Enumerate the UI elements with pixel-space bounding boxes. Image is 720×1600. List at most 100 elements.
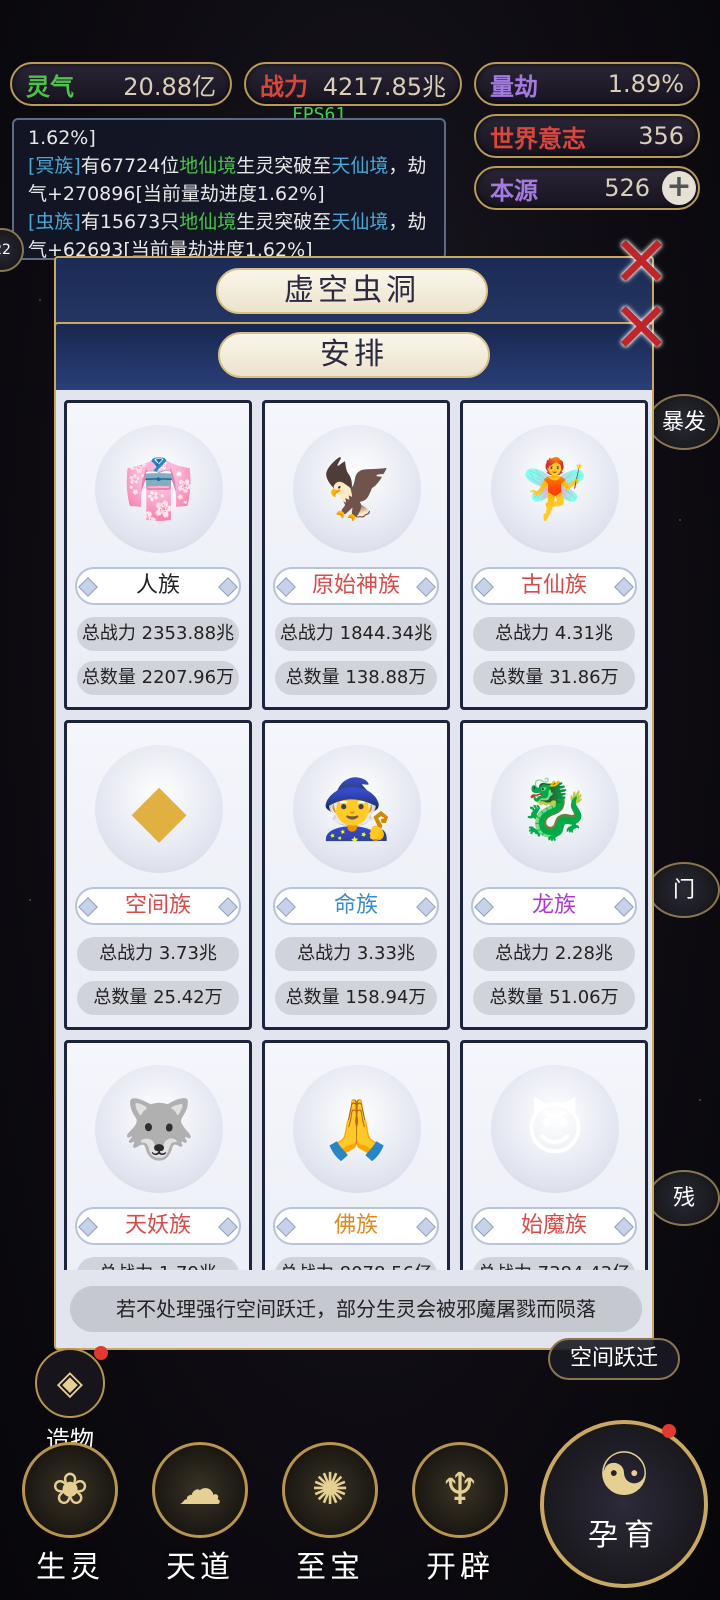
right-side-button-burst[interactable]: 暴发 xyxy=(648,394,720,450)
log-text: 生灵突破至 xyxy=(236,155,332,177)
race-name: 古仙族 xyxy=(471,567,637,605)
trident-icon: ♆ xyxy=(412,1442,508,1538)
arrange-panel: 安排 👘 人族 总战力 2353.88兆 总数量 2207.96万 🦅 原始神族… xyxy=(54,322,654,1350)
space-jump-button[interactable]: 空间跃迁 xyxy=(548,1338,680,1380)
lingqi-value: 20.88亿 xyxy=(123,72,216,101)
log-text: 生灵突破至 xyxy=(236,211,332,233)
zhanli-stat[interactable]: 战力 4217.85兆 xyxy=(244,62,462,106)
right-side-button-low[interactable]: 残 xyxy=(648,1170,720,1226)
race-grid[interactable]: 👘 人族 总战力 2353.88兆 总数量 2207.96万 🦅 原始神族 总战… xyxy=(56,398,652,1270)
nav-label: 生灵 xyxy=(36,1550,104,1585)
race-name: 佛族 xyxy=(273,1207,439,1245)
dragon-icon: 🐉 xyxy=(491,745,619,873)
race-name: 始魔族 xyxy=(471,1207,637,1245)
race-card-dragon[interactable]: 🐉 龙族 总战力 2.28兆 总数量 51.06万 xyxy=(460,720,648,1030)
zhanli-label: 战力 xyxy=(260,72,308,101)
race-count: 总数量 51.06万 xyxy=(473,981,635,1015)
close-arrange-icon[interactable]: ✕ xyxy=(612,293,671,363)
race-power: 总战力 3.33兆 xyxy=(275,937,437,971)
race-card-buddha[interactable]: 🙏 佛族 总战力 8078.56亿 xyxy=(262,1040,450,1270)
nav-label: 天道 xyxy=(166,1550,234,1585)
liangjie-label: 量劫 xyxy=(490,72,538,101)
jump-warning-text: 若不处理强行空间跃迁，部分生灵会被邪魔屠戮而陨落 xyxy=(70,1286,642,1332)
race-card-heavenly-demon[interactable]: 🐺 天妖族 总战力 1.79兆 xyxy=(64,1040,252,1270)
origin-value: 526 xyxy=(604,174,650,202)
race-power: 总战力 7384.43亿 xyxy=(473,1257,635,1270)
buddhist-monk-icon: 🙏 xyxy=(293,1065,421,1193)
event-log[interactable]: 1.62%] [冥族]有67724位地仙境生灵突破至天仙境，劫气+270896[… xyxy=(12,118,446,260)
lingqi-stat[interactable]: 灵气 20.88亿 xyxy=(10,62,232,106)
race-name: 空间族 xyxy=(75,887,241,925)
create-icon: ◈ xyxy=(35,1348,105,1418)
void-wormhole-title: 虚空虫洞 xyxy=(216,268,488,314)
race-name: 命族 xyxy=(273,887,439,925)
flame-treasure-icon: ✺ xyxy=(282,1442,378,1538)
race-power: 总战力 4.31兆 xyxy=(473,617,635,651)
horned-demoness-icon: 😈 xyxy=(491,1065,619,1193)
log-race: [冥族] xyxy=(28,155,81,177)
world-will-label: 世界意志 xyxy=(490,124,586,153)
dark-sorcerer-icon: 🧙 xyxy=(293,745,421,873)
log-target: 天仙境 xyxy=(331,155,389,177)
origin-label: 本源 xyxy=(490,176,538,205)
lingqi-label: 灵气 xyxy=(26,72,74,101)
nav-create-world[interactable]: ♆ 开辟 xyxy=(404,1442,516,1592)
embryo-icon: ☯ xyxy=(597,1440,651,1510)
race-power: 总战力 1844.34兆 xyxy=(275,617,437,651)
race-power: 总战力 3.73兆 xyxy=(77,937,239,971)
race-card-primal-demon[interactable]: 😈 始魔族 总战力 7384.43亿 xyxy=(460,1040,648,1270)
race-power: 总战力 1.79兆 xyxy=(77,1257,239,1270)
nav-creatures[interactable]: ❀ 生灵 xyxy=(14,1442,126,1592)
nav-treasure[interactable]: ✺ 至宝 xyxy=(274,1442,386,1592)
log-entry: [冥族]有67724位地仙境生灵突破至天仙境，劫气+270896[当前量劫进度1… xyxy=(28,152,430,208)
lotus-icon: ❀ xyxy=(22,1442,118,1538)
log-line: 1.62%] xyxy=(28,127,96,149)
celestial-fairy-icon: 🧚 xyxy=(491,425,619,553)
cloud-swirl-icon: ☁ xyxy=(152,1442,248,1538)
nurture-label: 孕育 xyxy=(588,1518,660,1553)
race-count: 总数量 25.42万 xyxy=(77,981,239,1015)
right-side-button-gate[interactable]: 门 xyxy=(648,862,720,918)
add-origin-button[interactable]: + xyxy=(662,171,696,205)
race-count: 总数量 31.86万 xyxy=(473,661,635,695)
space-crystal-icon: ◆ xyxy=(95,745,223,873)
log-text: 有15673只 xyxy=(80,211,180,233)
race-card-ancient-immortal[interactable]: 🧚 古仙族 总战力 4.31兆 总数量 31.86万 xyxy=(460,400,648,710)
race-card-human[interactable]: 👘 人族 总战力 2353.88兆 总数量 2207.96万 xyxy=(64,400,252,710)
human-maiden-icon: 👘 xyxy=(95,425,223,553)
nurture-button[interactable]: ☯ 孕育 xyxy=(540,1420,708,1588)
race-name: 人族 xyxy=(75,567,241,605)
create-button[interactable]: ◈ 造物 xyxy=(28,1348,112,1455)
close-wormhole-icon[interactable]: ✕ xyxy=(612,227,671,297)
arrange-title: 安排 xyxy=(218,332,490,378)
log-realm: 地仙境 xyxy=(179,211,237,233)
race-count: 总数量 2207.96万 xyxy=(77,661,239,695)
race-card-space[interactable]: ◆ 空间族 总战力 3.73兆 总数量 25.42万 xyxy=(64,720,252,1030)
race-power: 总战力 2353.88兆 xyxy=(77,617,239,651)
race-count: 总数量 138.88万 xyxy=(275,661,437,695)
log-race: [虫族] xyxy=(28,211,81,233)
race-name: 天妖族 xyxy=(75,1207,241,1245)
log-realm: 地仙境 xyxy=(179,155,237,177)
nav-label: 至宝 xyxy=(296,1550,364,1585)
race-count: 总数量 158.94万 xyxy=(275,981,437,1015)
demon-beast-icon: 🐺 xyxy=(95,1065,223,1193)
world-will-value: 356 xyxy=(638,122,684,150)
race-power: 总战力 2.28兆 xyxy=(473,937,635,971)
race-card-fate[interactable]: 🧙 命族 总战力 3.33兆 总数量 158.94万 xyxy=(262,720,450,1030)
race-card-primordial-god[interactable]: 🦅 原始神族 总战力 1844.34兆 总数量 138.88万 xyxy=(262,400,450,710)
log-entry: [虫族]有15673只地仙境生灵突破至天仙境，劫气+62693[当前量劫进度1.… xyxy=(28,208,430,258)
notification-dot xyxy=(94,1346,108,1360)
liangjie-value: 1.89% xyxy=(607,70,684,98)
nav-label: 开辟 xyxy=(426,1550,494,1585)
log-target: 天仙境 xyxy=(331,211,389,233)
notification-dot xyxy=(662,1424,676,1438)
world-will-stat[interactable]: 世界意志 356 xyxy=(474,114,700,158)
race-name: 原始神族 xyxy=(273,567,439,605)
nav-heavenly-dao[interactable]: ☁ 天道 xyxy=(144,1442,256,1592)
log-text: 有67724位 xyxy=(80,155,180,177)
phoenix-icon: 🦅 xyxy=(293,425,421,553)
liangjie-stat[interactable]: 量劫 1.89% xyxy=(474,62,700,106)
race-name: 龙族 xyxy=(471,887,637,925)
race-power: 总战力 8078.56亿 xyxy=(275,1257,437,1270)
